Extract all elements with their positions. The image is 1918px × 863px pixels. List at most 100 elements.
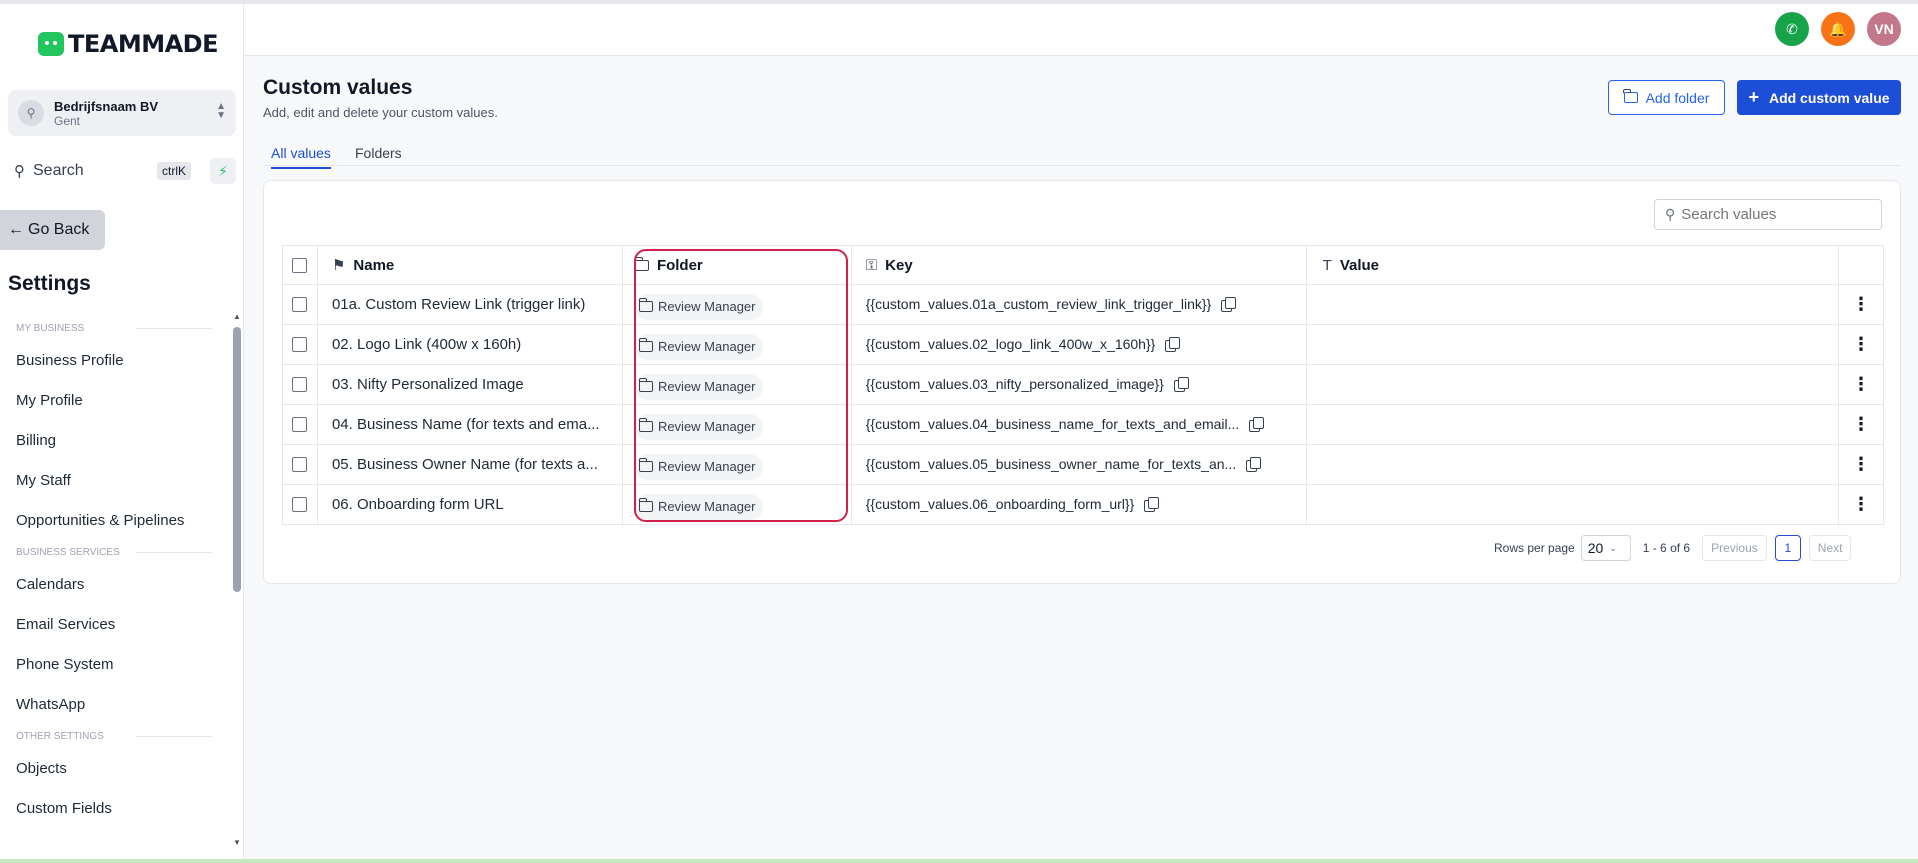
value-cell[interactable] [1306, 364, 1840, 405]
row-name: 03. Nifty Personalized Image [331, 375, 524, 393]
select-all-checkbox[interactable] [292, 258, 308, 274]
add-folder-button[interactable]: Add folder [1608, 80, 1725, 115]
value-cell[interactable] [1306, 284, 1840, 325]
logo[interactable]: TEAMMADE [38, 30, 219, 58]
folder-chip[interactable]: Review Manager [634, 333, 764, 360]
row-name: 02. Logo Link (400w x 160h) [331, 335, 522, 353]
more-vertical-icon[interactable]: ⋮ [1852, 414, 1870, 434]
row-name: 06. Onboarding form URL [331, 495, 504, 513]
table-row[interactable]: 05. Business Owner Name (for texts a... … [282, 444, 1884, 485]
copy-icon[interactable] [1144, 497, 1160, 513]
tab-folders[interactable]: Folders [355, 145, 402, 161]
settings-title: Settings [8, 272, 91, 295]
column-header-name[interactable]: ⚑ Name [317, 245, 623, 285]
row-select-cell [282, 324, 318, 365]
sidebar-item-opportunities-pipelines[interactable]: Opportunities & Pipelines [0, 500, 224, 540]
sidebar-item-billing[interactable]: Billing [0, 420, 224, 460]
table-row[interactable]: 01a. Custom Review Link (trigger link) R… [282, 284, 1884, 325]
sidebar-item-business-profile[interactable]: Business Profile [0, 340, 224, 380]
table-row[interactable]: 02. Logo Link (400w x 160h) Review Manag… [282, 324, 1884, 365]
table-row[interactable]: 04. Business Name (for texts and ema... … [282, 404, 1884, 445]
nav-section-label: BUSINESS SERVICES [16, 546, 120, 558]
value-cell[interactable] [1306, 324, 1840, 365]
scroll-down-icon[interactable]: ▼ [233, 838, 241, 847]
sidebar-item-phone-system[interactable]: Phone System [0, 644, 224, 684]
column-header-folder[interactable]: Folder [622, 245, 852, 285]
table-row[interactable]: 03. Nifty Personalized Image Review Mana… [282, 364, 1884, 405]
copy-icon[interactable] [1249, 417, 1265, 433]
folder-chip[interactable]: Review Manager [634, 453, 764, 480]
name-cell: 04. Business Name (for texts and ema... [317, 404, 623, 445]
sidebar-item-my-profile[interactable]: My Profile [0, 380, 224, 420]
more-vertical-icon[interactable]: ⋮ [1852, 334, 1870, 354]
folder-chip[interactable]: Review Manager [634, 413, 764, 440]
sidebar-item-email-services[interactable]: Email Services [0, 604, 224, 644]
more-vertical-icon[interactable]: ⋮ [1852, 294, 1870, 314]
value-cell[interactable] [1306, 404, 1840, 445]
bell-icon[interactable]: 🔔 [1821, 12, 1855, 46]
scroll-up-icon[interactable]: ▲ [233, 312, 241, 321]
sidebar-item-objects[interactable]: Objects [0, 748, 224, 788]
row-name: 05. Business Owner Name (for texts a... [331, 455, 598, 473]
row-checkbox[interactable] [292, 336, 308, 352]
folder-chip[interactable]: Review Manager [634, 493, 764, 520]
sidebar-item-custom-fields[interactable]: Custom Fields [0, 788, 224, 828]
row-checkbox[interactable] [292, 296, 308, 312]
scrollbar-thumb[interactable] [233, 327, 241, 592]
sidebar-scrollbar[interactable]: ▲ ▼ [233, 312, 241, 847]
row-checkbox[interactable] [292, 496, 308, 512]
next-page-button[interactable]: Next [1808, 535, 1852, 561]
value-cell[interactable] [1306, 484, 1840, 525]
top-header: ✆ 🔔 VN [244, 4, 1918, 56]
add-folder-label: Add folder [1645, 89, 1710, 106]
folder-chip[interactable]: Review Manager [634, 293, 764, 320]
name-cell: 03. Nifty Personalized Image [317, 364, 623, 405]
folder-chip[interactable]: Review Manager [634, 373, 764, 400]
avatar[interactable]: VN [1867, 12, 1901, 46]
value-cell[interactable] [1306, 444, 1840, 485]
more-vertical-icon[interactable]: ⋮ [1852, 494, 1870, 514]
more-vertical-icon[interactable]: ⋮ [1852, 454, 1870, 474]
search-values-input[interactable] [1681, 206, 1872, 223]
column-header-value[interactable]: T Value [1306, 245, 1840, 285]
copy-icon[interactable] [1221, 297, 1237, 313]
add-custom-value-button[interactable]: + Add custom value [1737, 80, 1901, 115]
copy-icon[interactable] [1246, 457, 1262, 473]
row-checkbox[interactable] [292, 416, 308, 432]
column-header-key[interactable]: ⚿ Key [851, 245, 1307, 285]
actions-cell: ⋮ [1838, 404, 1884, 445]
company-switcher[interactable]: ⚲ Bedrijfsnaam BV Gent ▲ ▼ [8, 90, 236, 136]
copy-icon[interactable] [1173, 377, 1189, 393]
tabs: All values Folders [263, 140, 1901, 169]
tab-all-values[interactable]: All values [271, 145, 331, 169]
nav-section-my-business: MY BUSINESS [0, 316, 224, 340]
rows-per-page-select[interactable]: 20 ⌄ [1580, 535, 1631, 561]
quick-action-bolt-icon[interactable]: ⚡ [210, 158, 236, 184]
key-cell: {{custom_values.06_onboarding_form_url}} [851, 484, 1307, 525]
go-back-button[interactable]: ← Go Back [0, 210, 105, 250]
sidebar-item-calendars[interactable]: Calendars [0, 564, 224, 604]
search-icon: ⚲ [14, 163, 25, 180]
previous-page-button[interactable]: Previous [1702, 535, 1767, 561]
page-number-button[interactable]: 1 [1774, 535, 1801, 561]
pagination-range: 1 - 6 of 6 [1642, 541, 1691, 555]
search-values-field[interactable]: ⚲ [1654, 199, 1882, 230]
row-checkbox[interactable] [292, 376, 308, 392]
folder-icon [638, 298, 653, 312]
folder-chip-label: Review Manager [657, 379, 756, 394]
search-icon: ⚲ [1665, 206, 1676, 222]
nav-section-label: OTHER SETTINGS [16, 730, 104, 742]
folder-icon [634, 257, 649, 272]
sidebar-item-my-staff[interactable]: My Staff [0, 460, 224, 500]
more-vertical-icon[interactable]: ⋮ [1852, 374, 1870, 394]
logo-robot-icon [38, 32, 64, 56]
table-row[interactable]: 06. Onboarding form URL Review Manager {… [282, 484, 1884, 525]
sidebar-item-whatsapp[interactable]: WhatsApp [0, 684, 224, 724]
row-checkbox[interactable] [292, 456, 308, 472]
sidebar-search[interactable]: ⚲ Search ctrlK ⚡ [8, 156, 236, 186]
phone-icon[interactable]: ✆ [1775, 12, 1809, 46]
name-cell: 02. Logo Link (400w x 160h) [317, 324, 623, 365]
folder-icon [638, 498, 653, 512]
nav-section-label: MY BUSINESS [16, 322, 85, 334]
copy-icon[interactable] [1165, 337, 1181, 353]
